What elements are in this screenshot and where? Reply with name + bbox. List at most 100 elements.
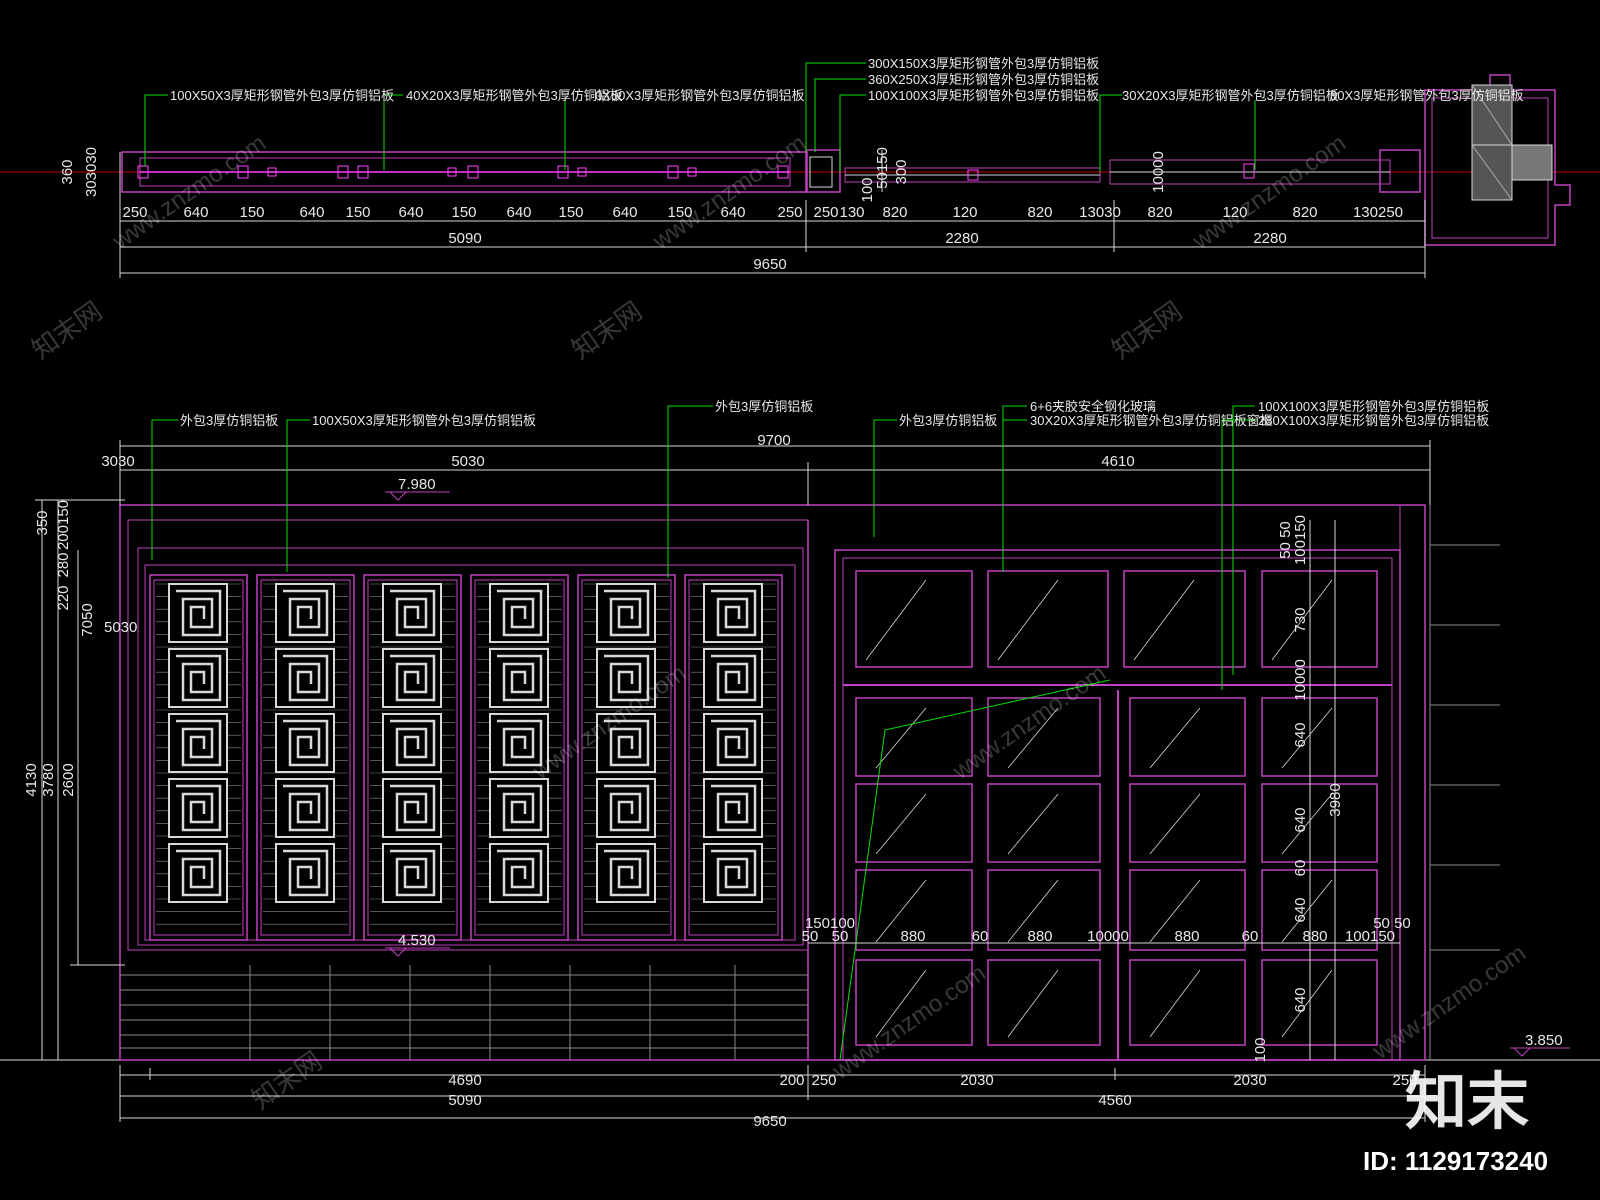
elev-callout: 6+6夹胶安全钢化玻璃 — [1030, 399, 1156, 414]
elev-dim: 100 — [1252, 1037, 1269, 1062]
plan-dim: 303030 — [83, 147, 100, 197]
elev-dim: 880 — [1027, 928, 1052, 945]
fret-motif — [275, 713, 335, 773]
elev-callout: 30X20X3厚矩形钢管外包3厚仿铜铝板窗框 — [1030, 413, 1273, 428]
glass-pane — [1261, 697, 1378, 777]
elev-dim: 200150 — [55, 500, 72, 550]
screen-panels — [149, 574, 783, 941]
elev-dim: 5090 — [448, 1092, 481, 1109]
plan-dim: 150 — [345, 204, 370, 221]
elev-callout: 280X100X3厚矩形钢管外包3厚仿铜铝板 — [1258, 413, 1489, 428]
fret-motif — [596, 778, 656, 838]
elev-dim: 4690 — [448, 1072, 481, 1089]
glass-pane — [1129, 697, 1246, 777]
elev-dim: 10000 — [1087, 928, 1129, 945]
fret-motif — [168, 583, 228, 643]
plan-callout: 30X20X3厚矩形钢管外包3厚仿铜铝板 — [1122, 88, 1339, 103]
elev-dim: 3780 — [40, 763, 57, 796]
watermark-site: 知末网 — [1106, 296, 1187, 365]
watermark-url: www.znzmo.com — [827, 960, 991, 1086]
elev-dim: 880 — [1302, 928, 1327, 945]
watermark-logo: 知末 — [1405, 1068, 1529, 1137]
plan-dim: 640 — [612, 204, 637, 221]
fret-motif — [275, 583, 335, 643]
fret-motif — [703, 583, 763, 643]
elev-dim: 2030 — [960, 1072, 993, 1089]
fret-motif — [596, 843, 656, 903]
fret-motif — [703, 778, 763, 838]
elev-dim: 200 — [779, 1072, 804, 1089]
fret-motif — [382, 778, 442, 838]
fret-motif — [703, 648, 763, 708]
elev-dim-total: 9650 — [753, 1113, 786, 1130]
glass-pane — [1261, 783, 1378, 863]
mid-dim-row: 15010050 50 880 60 880 10000 880 60 880 10015050 … — [802, 915, 1411, 945]
level-mark: 7.980 — [398, 476, 436, 493]
plan-dim: 820 — [1292, 204, 1317, 221]
glass-pane — [987, 959, 1101, 1046]
cad-drawing: 100X50X3厚矩形钢管外包3厚仿铜铝板 40X20X3厚矩形钢管外包3厚仿铜… — [0, 56, 1600, 1176]
elevation-view — [0, 405, 1600, 1122]
elev-dim: 2030 — [1233, 1072, 1266, 1089]
glass-pane — [855, 783, 973, 863]
transom-pane — [855, 570, 973, 668]
left-dim-stack: 350 200150 280 220 7050 — [34, 500, 96, 637]
glass-pane — [1129, 959, 1246, 1046]
plan-column — [805, 149, 841, 193]
watermark-site: 知末网 — [566, 296, 647, 365]
plan-dim: 820 — [1147, 204, 1172, 221]
plan-callout: 40X20X3厚矩形钢管外包3厚仿铜铝板 — [406, 88, 623, 103]
plan-dim: 820 — [882, 204, 907, 221]
elev-dim: 4610 — [1101, 453, 1134, 470]
elev-dim: 640 — [1292, 722, 1309, 747]
plan-dim: 10000 — [1150, 151, 1167, 193]
elev-callout: 外包3厚仿铜铝板 — [180, 413, 278, 428]
plan-dim: 130 — [839, 204, 864, 221]
elev-dim: 9700 — [757, 432, 790, 449]
plan-dim: 50150 — [874, 147, 891, 189]
elev-callout: 外包3厚仿铜铝板 — [715, 399, 813, 414]
watermark-id: ID: 1129173240 — [1363, 1146, 1548, 1176]
plan-callout: 0X50X3厚矩形钢管外包3厚仿铜铝板 — [595, 88, 805, 103]
fret-motif — [168, 778, 228, 838]
plan-callout: 360X250X3厚矩形钢管外包3厚仿铜铝板 — [868, 72, 1099, 87]
fret-motif — [489, 778, 549, 838]
plan-callout: 100X50X3厚矩形钢管外包3厚仿铜铝板 — [170, 88, 394, 103]
glass-pane — [1129, 783, 1246, 863]
elev-callout: 外包3厚仿铜铝板 — [899, 413, 997, 428]
fret-motif — [703, 713, 763, 773]
plan-dim-total: 9650 — [753, 256, 786, 273]
elev-dim: 60 — [1292, 860, 1309, 877]
right-dim-stack: 50 5010015073010000640640606406401003980 — [1252, 515, 1344, 1063]
elev-dim: 7050 — [79, 603, 96, 636]
elev-dim: 640 — [1292, 987, 1309, 1012]
elev-dim: 50 50 — [1373, 915, 1411, 932]
elev-dim: 640 — [1292, 897, 1309, 922]
plan-dim: 250 — [813, 204, 838, 221]
elev-dim: 60 — [972, 928, 989, 945]
plan-dim: 820 — [1027, 204, 1052, 221]
glass-pane — [987, 783, 1101, 863]
elev-dim: 880 — [900, 928, 925, 945]
elev-dim: 880 — [1174, 928, 1199, 945]
fret-motif — [596, 583, 656, 643]
plan-dim: 130250 — [1353, 204, 1403, 221]
elev-dim: 5030 — [451, 453, 484, 470]
plan-callout: 100X100X3厚矩形钢管外包3厚仿铜铝板 — [868, 88, 1099, 103]
elev-dim: 220 — [55, 585, 72, 610]
transom-pane — [1123, 570, 1246, 668]
plan-dim: 13030 — [1079, 204, 1121, 221]
transom-pane — [987, 570, 1109, 668]
elev-dim: 60 — [1242, 928, 1259, 945]
fret-motif — [489, 583, 549, 643]
fret-motif — [382, 583, 442, 643]
level-mark: 4.530 — [398, 932, 436, 949]
plan-dim: 300 — [893, 159, 910, 184]
elev-dim: 100150 — [1292, 515, 1309, 565]
fret-motif — [382, 843, 442, 903]
plan-callout: 80X3厚矩形钢管外包3厚仿铜铝板 — [1330, 88, 1524, 103]
fret-motif — [382, 713, 442, 773]
elev-dim: 280 — [55, 552, 72, 577]
elev-dim: 50 — [802, 928, 819, 945]
fret-motif — [275, 843, 335, 903]
